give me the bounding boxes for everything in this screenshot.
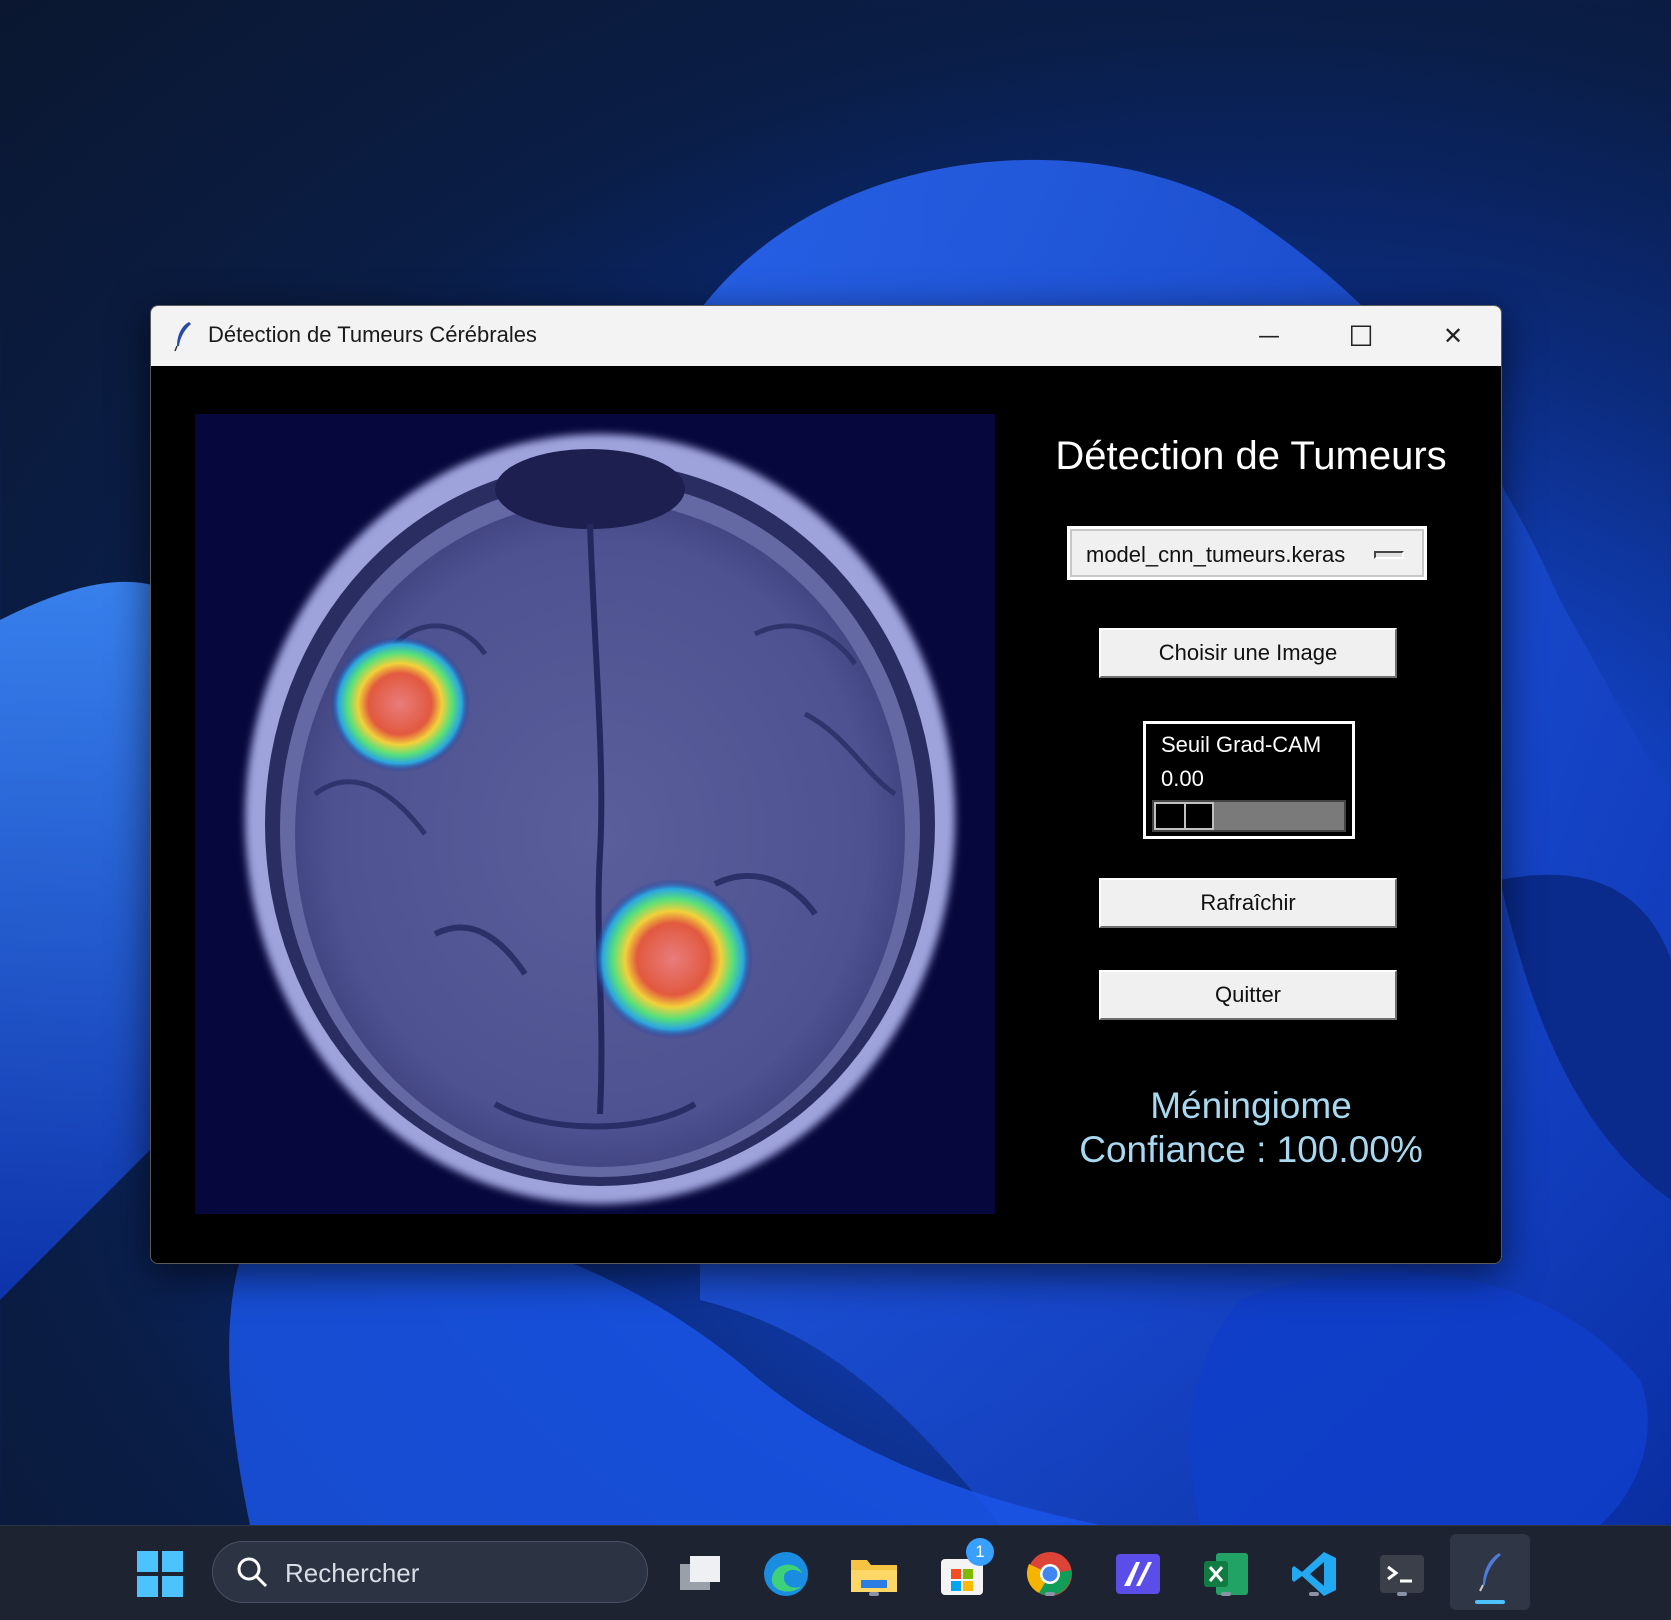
python-tk-button[interactable] <box>1450 1534 1530 1610</box>
file-explorer-button[interactable] <box>846 1546 902 1602</box>
taskbar-search[interactable]: Rechercher <box>212 1541 648 1603</box>
edge-button[interactable] <box>758 1546 814 1602</box>
maximize-button[interactable]: ☐ <box>1315 306 1407 366</box>
panel-heading: Détection de Tumeurs <box>1055 434 1447 478</box>
running-indicator <box>1397 1592 1407 1596</box>
choose-image-button[interactable]: Choisir une Image <box>1099 628 1397 678</box>
model-select-dropdown[interactable]: model_cnn_tumeurs.keras <box>1067 526 1427 580</box>
python-tk-icon <box>1479 1553 1501 1592</box>
threshold-slider-trough[interactable] <box>1152 800 1346 832</box>
running-indicator <box>869 1592 879 1596</box>
task-view-button[interactable] <box>672 1546 728 1602</box>
chrome-icon <box>1026 1552 1072 1596</box>
edge-icon <box>764 1552 808 1596</box>
app-window: Détection de Tumeurs Cérébrales — ☐ ✕ Dé… <box>150 305 1502 1264</box>
close-button[interactable]: ✕ <box>1407 306 1499 366</box>
running-indicator <box>1309 1592 1319 1596</box>
dropdown-indicator-icon[interactable] <box>1374 551 1404 559</box>
task-view-icon <box>680 1556 720 1590</box>
running-indicator <box>1045 1592 1055 1596</box>
file-explorer-icon <box>851 1560 897 1592</box>
active-indicator <box>1475 1600 1505 1604</box>
excel-button[interactable] <box>1198 1546 1254 1602</box>
close-icon: ✕ <box>1442 322 1464 350</box>
prediction-result: Méningiome Confiance : 100.00% <box>1031 1084 1471 1172</box>
feather-icon <box>174 322 191 352</box>
threshold-label: Seuil Grad-CAM <box>1161 732 1322 757</box>
taskbar: Rechercher 1 <box>0 1525 1671 1620</box>
search-icon <box>237 1557 268 1588</box>
model-select-value: model_cnn_tumeurs.keras <box>1086 542 1346 567</box>
main-content: Détection de Tumeurs model_cnn_tumeurs.k… <box>151 366 1501 1263</box>
minimize-icon: — <box>1258 323 1280 349</box>
quit-button[interactable]: Quitter <box>1099 970 1397 1020</box>
excel-icon <box>1204 1553 1248 1595</box>
app-icon <box>1116 1554 1160 1594</box>
running-indicator <box>1221 1592 1231 1596</box>
store-button[interactable]: 1 <box>934 1538 994 1602</box>
windows-start-icon <box>137 1551 183 1597</box>
notification-badge: 1 <box>966 1538 994 1566</box>
prediction-class: Méningiome <box>1150 1085 1352 1126</box>
vscode-icon <box>1292 1552 1336 1596</box>
terminal-button[interactable] <box>1374 1546 1430 1602</box>
vscode-button[interactable] <box>1286 1546 1342 1602</box>
app-button[interactable] <box>1110 1546 1166 1602</box>
search-placeholder: Rechercher <box>285 1558 420 1588</box>
chrome-button[interactable] <box>1022 1546 1078 1602</box>
refresh-button[interactable]: Rafraîchir <box>1099 878 1397 928</box>
start-button[interactable] <box>132 1546 188 1602</box>
maximize-icon: ☐ <box>1348 319 1374 353</box>
mri-gradcam-image <box>195 414 995 1214</box>
threshold-value: 0.00 <box>1161 766 1204 791</box>
terminal-icon <box>1380 1555 1424 1593</box>
minimize-button[interactable]: — <box>1223 306 1315 366</box>
window-title: Détection de Tumeurs Cérébrales <box>208 322 537 347</box>
gradcam-threshold-scale: Seuil Grad-CAM 0.00 <box>1143 721 1355 839</box>
prediction-confidence: Confiance : 100.00% <box>1079 1129 1423 1170</box>
threshold-slider-handle[interactable] <box>1154 802 1214 830</box>
title-bar[interactable]: Détection de Tumeurs Cérébrales — ☐ ✕ <box>151 306 1501 366</box>
